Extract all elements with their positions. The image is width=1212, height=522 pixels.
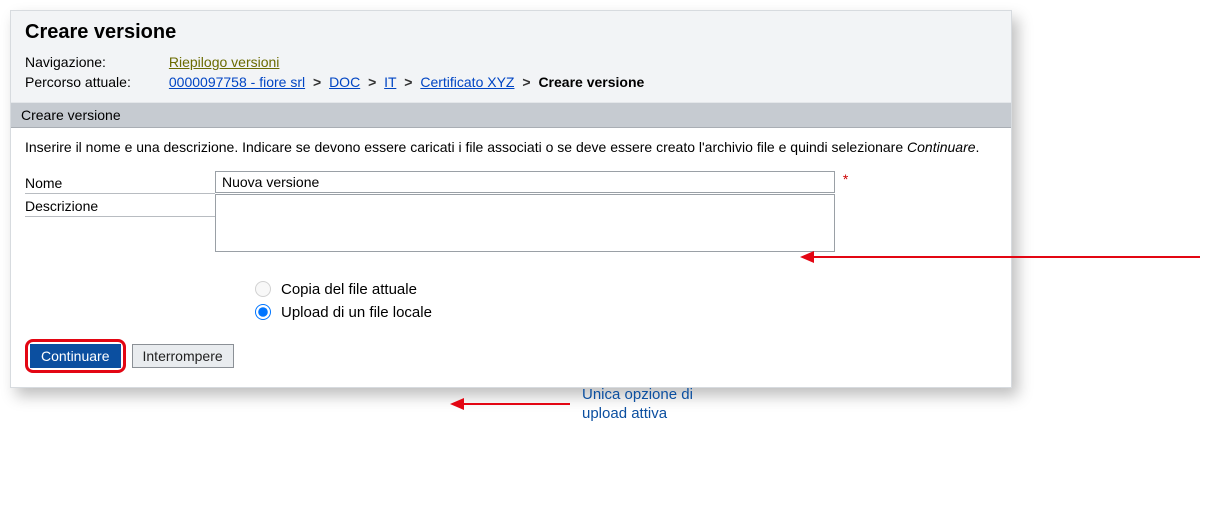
option-copy-label: Copia del file attuale <box>281 281 417 298</box>
radio-copy-current <box>255 281 271 297</box>
annotation-arrow-upload-option <box>450 394 570 414</box>
crumb-it[interactable]: IT <box>384 74 396 90</box>
nav-link-riepilogo[interactable]: Riepilogo versioni <box>169 54 280 70</box>
section-body: Inserire il nome e una descrizione. Indi… <box>11 128 1011 387</box>
form-row-description: Descrizione <box>25 194 997 255</box>
breadcrumb-label: Percorso attuale: <box>25 74 165 90</box>
navigation-label: Navigazione: <box>25 54 165 70</box>
required-indicator: * <box>839 171 848 187</box>
annotation-text-upload: Unica opzione diupload attiva <box>582 386 693 424</box>
crumb-supplier[interactable]: 0000097758 - fiore srl <box>169 74 305 90</box>
dialog-panel: Creare versione Navigazione: Riepilogo v… <box>10 10 1012 388</box>
name-label: Nome <box>25 171 215 194</box>
crumb-current: Creare versione <box>538 74 644 90</box>
button-row: Continuare Interrompere <box>25 339 997 373</box>
crumb-separator: > <box>309 74 325 90</box>
crumb-separator: > <box>400 74 416 90</box>
form-row-name: Nome * <box>25 171 997 194</box>
continue-button[interactable]: Continuare <box>30 344 121 368</box>
intro-text-b: Continuare <box>907 139 976 155</box>
option-upload-label: Upload di un file locale <box>281 304 432 321</box>
description-label: Descrizione <box>25 194 215 217</box>
crumb-doc[interactable]: DOC <box>329 74 360 90</box>
option-copy-current[interactable]: Copia del file attuale <box>255 281 997 298</box>
crumb-certificato[interactable]: Certificato XYZ <box>420 74 514 90</box>
option-upload-local[interactable]: Upload di un file locale <box>255 304 997 321</box>
intro-text-a: Inserire il nome e una descrizione. Indi… <box>25 139 907 155</box>
continue-highlight: Continuare <box>25 339 126 373</box>
radio-upload-local[interactable] <box>255 304 271 320</box>
crumb-separator: > <box>518 74 534 90</box>
dialog-header: Creare versione Navigazione: Riepilogo v… <box>11 11 1011 102</box>
description-textarea[interactable] <box>215 194 835 252</box>
crumb-separator: > <box>364 74 380 90</box>
navigation-row: Navigazione: Riepilogo versioni <box>25 54 997 70</box>
file-source-options: Copia del file attuale Upload di un file… <box>255 281 997 321</box>
breadcrumb: Percorso attuale: 0000097758 - fiore srl… <box>25 74 997 90</box>
section-title-bar: Creare versione <box>11 102 1011 128</box>
cancel-button[interactable]: Interrompere <box>132 344 234 368</box>
intro-text: Inserire il nome e una descrizione. Indi… <box>25 138 997 157</box>
name-input[interactable] <box>215 171 835 193</box>
intro-text-c: . <box>976 139 980 155</box>
page-title: Creare versione <box>25 21 997 44</box>
